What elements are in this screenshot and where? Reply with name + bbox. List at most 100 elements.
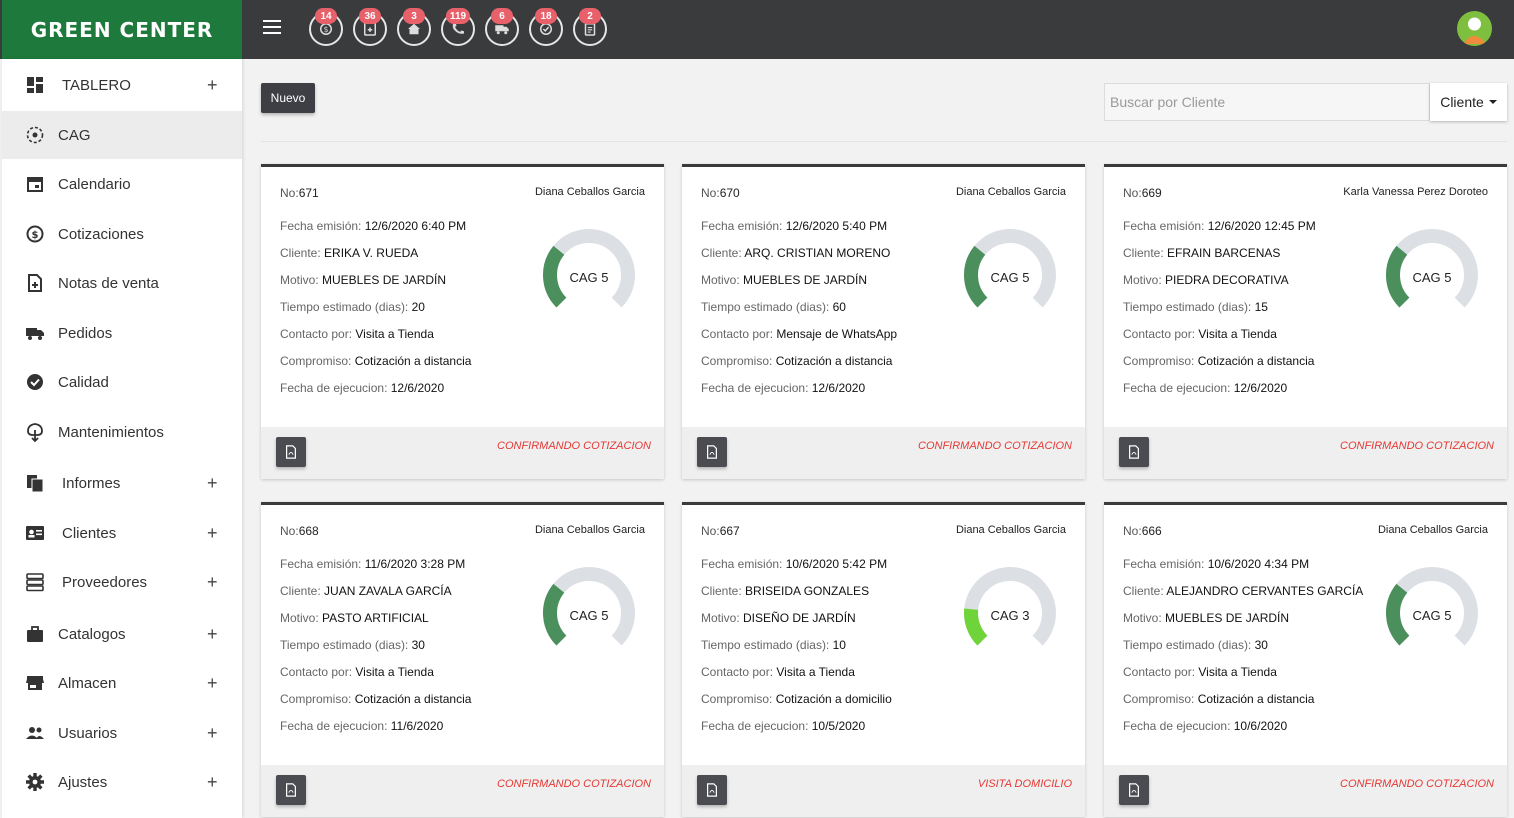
- card-footer: CONFIRMANDO COTIZACION: [682, 427, 1085, 479]
- menu-toggle-icon[interactable]: [263, 20, 281, 36]
- fecha-ejecucion-row: Fecha de ejecucion: 10/6/2020: [1123, 719, 1288, 733]
- card-footer: CONFIRMANDO COTIZACION: [1104, 427, 1507, 479]
- card-number: No:666: [1123, 524, 1162, 538]
- users-icon: [24, 722, 46, 744]
- expand-icon[interactable]: +: [207, 723, 218, 744]
- fecha-ejecucion-row: Fecha de ejecucion: 12/6/2020: [280, 381, 445, 395]
- brand-logo[interactable]: GREEN CENTER: [2, 0, 242, 59]
- sidebar-item-label: Calendario: [58, 175, 131, 193]
- sidebar-item-label: Clientes: [62, 524, 117, 542]
- expand-icon[interactable]: +: [207, 572, 218, 593]
- cag-card[interactable]: No:667 Diana Ceballos Garcia Fecha emisi…: [682, 502, 1085, 817]
- card-footer: CONFIRMANDO COTIZACION: [261, 427, 664, 479]
- note-add-icon[interactable]: 36: [353, 8, 387, 46]
- expand-icon[interactable]: +: [207, 75, 218, 96]
- notification-badge: 3: [403, 8, 425, 24]
- search-filter-dropdown[interactable]: Cliente: [1430, 83, 1507, 121]
- card-user: Karla Vanessa Perez Doroteo: [1343, 186, 1488, 198]
- cliente-row: Cliente: ERIKA V. RUEDA: [280, 246, 419, 260]
- notification-badge: 36: [359, 8, 381, 24]
- sidebar: TABLERO + CAG Calendario $ Cotizaciones …: [2, 59, 242, 818]
- fecha-ejecucion-row: Fecha de ejecucion: 10/5/2020: [701, 719, 866, 733]
- sidebar-item-notas-de-venta[interactable]: Notas de venta: [2, 259, 242, 307]
- expand-icon[interactable]: +: [207, 523, 218, 544]
- expand-icon[interactable]: +: [207, 624, 218, 645]
- pdf-button[interactable]: [276, 775, 306, 805]
- truck-icon[interactable]: 6: [485, 8, 519, 46]
- cag-card[interactable]: No:671 Diana Ceballos Garcia Fecha emisi…: [261, 164, 664, 479]
- sidebar-item-label: TABLERO: [62, 76, 131, 94]
- cliente-row: Cliente: BRISEIDA GONZALES: [701, 584, 870, 598]
- search-input[interactable]: [1104, 83, 1430, 121]
- cag-card[interactable]: No:666 Diana Ceballos Garcia Fecha emisi…: [1104, 502, 1507, 817]
- motivo-row: Motivo: MUEBLES DE JARDÍN: [1123, 611, 1290, 625]
- cag-gauge-label: CAG 5: [1412, 270, 1452, 285]
- fecha-emision-row: Fecha emisión: 12/6/2020 5:40 PM: [701, 219, 888, 233]
- sidebar-item-ajustes[interactable]: Ajustes +: [2, 758, 242, 806]
- sidebar-item-catalogos[interactable]: Catalogos +: [2, 610, 242, 658]
- status-label: CONFIRMANDO COTIZACION: [1340, 778, 1494, 790]
- sidebar-item-tablero[interactable]: TABLERO +: [2, 61, 242, 109]
- briefcase-icon: [24, 623, 46, 645]
- sidebar-item-pedidos[interactable]: Pedidos: [2, 309, 242, 357]
- notification-badge: 14: [315, 8, 337, 24]
- cag-card[interactable]: No:669 Karla Vanessa Perez Doroteo Fecha…: [1104, 164, 1507, 479]
- cag-card[interactable]: No:670 Diana Ceballos Garcia Fecha emisi…: [682, 164, 1085, 479]
- phone-icon[interactable]: 119: [441, 8, 475, 46]
- card-footer: VISITA DOMICILIO: [682, 765, 1085, 817]
- sidebar-item-informes[interactable]: Informes +: [2, 459, 242, 507]
- sidebar-item-proveedores[interactable]: Proveedores +: [2, 558, 242, 606]
- fecha-emision-row: Fecha emisión: 12/6/2020 6:40 PM: [280, 219, 467, 233]
- contacto-row: Contacto por: Visita a Tienda: [701, 665, 855, 679]
- fecha-ejecucion-row: Fecha de ejecucion: 12/6/2020: [701, 381, 866, 395]
- cag-card[interactable]: No:668 Diana Ceballos Garcia Fecha emisi…: [261, 502, 664, 817]
- svg-text:$: $: [324, 25, 329, 34]
- card-number: No:669: [1123, 186, 1162, 200]
- contacto-row: Contacto por: Visita a Tienda: [280, 665, 434, 679]
- fecha-ejecucion-row: Fecha de ejecucion: 12/6/2020: [1123, 381, 1288, 395]
- truck-icon: [24, 322, 46, 344]
- pdf-button[interactable]: [276, 437, 306, 467]
- cliente-row: Cliente: ARQ. CRISTIAN MORENO: [701, 246, 891, 260]
- sidebar-item-cotizaciones[interactable]: $ Cotizaciones: [2, 210, 242, 258]
- card-number: No:668: [280, 524, 319, 538]
- card-number: No:671: [280, 186, 319, 200]
- fecha-ejecucion-row: Fecha de ejecucion: 11/6/2020: [280, 719, 444, 733]
- pdf-icon: [707, 783, 717, 797]
- notification-badge: 18: [535, 8, 557, 24]
- new-button[interactable]: Nuevo: [261, 83, 315, 113]
- sidebar-item-label: Proveedores: [62, 573, 148, 591]
- motivo-row: Motivo: MUEBLES DE JARDÍN: [280, 273, 447, 287]
- notification-badge: 2: [579, 8, 601, 24]
- pdf-icon: [707, 445, 717, 459]
- sidebar-item-label: Informes: [62, 474, 121, 492]
- card-user: Diana Ceballos Garcia: [534, 524, 645, 536]
- pdf-button[interactable]: [697, 775, 727, 805]
- dollar-circle-icon: $: [24, 223, 46, 245]
- pdf-button[interactable]: [697, 437, 727, 467]
- compromiso-row: Compromiso: Cotización a distancia: [701, 354, 893, 368]
- expand-icon[interactable]: +: [207, 473, 218, 494]
- expand-icon[interactable]: +: [207, 772, 218, 793]
- card-number: No:670: [701, 186, 740, 200]
- check-circle-icon[interactable]: 18: [529, 8, 563, 46]
- divider: [261, 141, 1507, 142]
- sidebar-item-calendario[interactable]: Calendario: [2, 160, 242, 208]
- home-icon[interactable]: 3: [397, 8, 431, 46]
- sidebar-item-calidad[interactable]: Calidad: [2, 358, 242, 406]
- pdf-button[interactable]: [1119, 775, 1149, 805]
- sidebar-item-label: Cotizaciones: [58, 225, 144, 243]
- pdf-button[interactable]: [1119, 437, 1149, 467]
- money-icon[interactable]: 14 $: [309, 8, 343, 46]
- sidebar-item-usuarios[interactable]: Usuarios +: [2, 709, 242, 757]
- user-avatar[interactable]: [1457, 11, 1492, 46]
- clipboard-icon[interactable]: 2: [573, 8, 607, 46]
- expand-icon[interactable]: +: [207, 673, 218, 694]
- sidebar-item-label: Pedidos: [58, 324, 113, 342]
- compromiso-row: Compromiso: Cotización a distancia: [280, 354, 472, 368]
- sidebar-item-cag[interactable]: CAG: [2, 111, 242, 159]
- status-label: VISITA DOMICILIO: [977, 778, 1072, 790]
- sidebar-item-almacen[interactable]: Almacen +: [2, 659, 242, 707]
- sidebar-item-mantenimientos[interactable]: Mantenimientos: [2, 408, 242, 456]
- sidebar-item-clientes[interactable]: Clientes +: [2, 509, 242, 557]
